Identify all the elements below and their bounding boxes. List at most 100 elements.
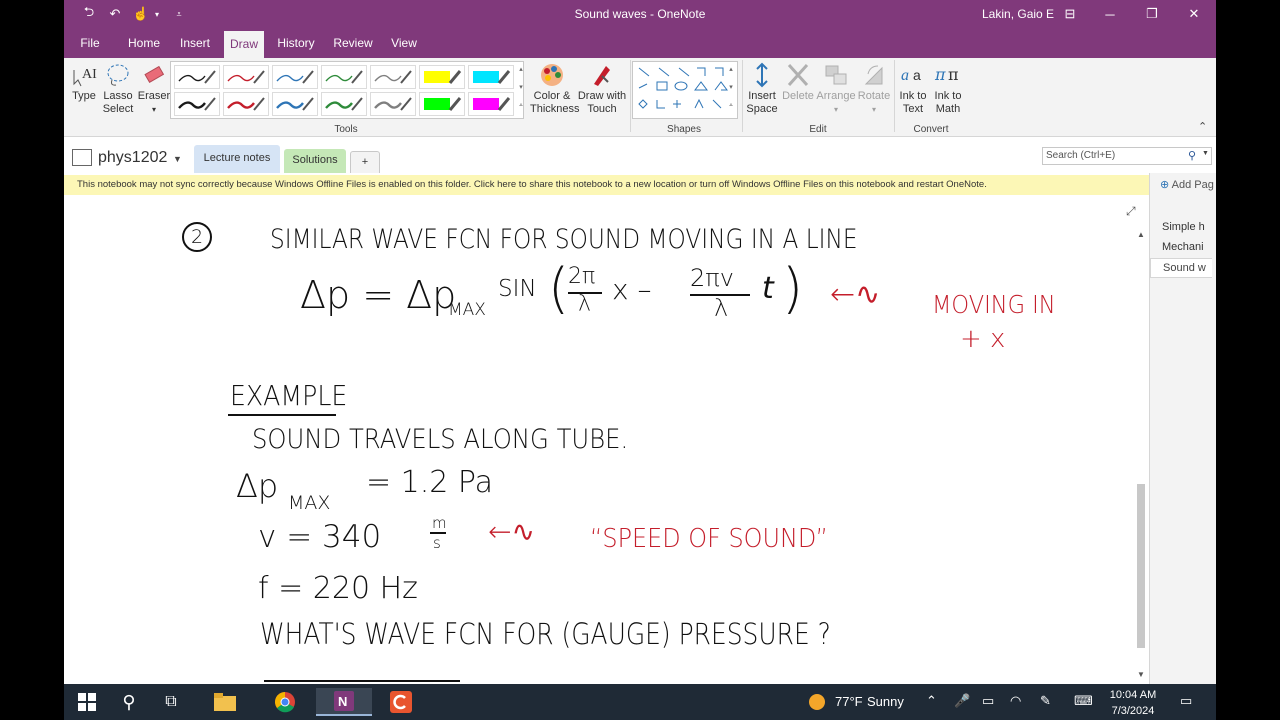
pen-swatch[interactable]: [468, 65, 514, 89]
color-thickness-label: Color & Thickness: [530, 90, 580, 115]
touch-pen-icon: [594, 66, 610, 86]
tab-history[interactable]: History: [272, 28, 320, 58]
full-page-view-icon[interactable]: ⤢: [1126, 204, 1136, 219]
eraser-button[interactable]: Eraser ▾: [136, 62, 172, 116]
pen-swatch[interactable]: [174, 65, 220, 89]
scroll-thumb[interactable]: [1137, 484, 1145, 648]
chrome-icon[interactable]: [272, 688, 298, 716]
pen-swatch[interactable]: [419, 65, 465, 89]
pen-swatch[interactable]: [321, 65, 367, 89]
ink-dp-label: Δp: [236, 467, 279, 505]
wifi-icon[interactable]: ◠: [1010, 693, 1021, 709]
weather-sun-icon[interactable]: [806, 688, 828, 716]
file-explorer-icon[interactable]: [212, 688, 238, 716]
pen-swatch[interactable]: [321, 92, 367, 116]
search-input[interactable]: Search (Ctrl+E): [1046, 150, 1115, 161]
pen-gallery: [170, 61, 524, 119]
delete-button[interactable]: Delete: [780, 62, 816, 103]
show-hidden-icons-icon[interactable]: ⌃: [926, 693, 937, 709]
microphone-icon[interactable]: 🎤: [954, 693, 970, 709]
onenote-taskbar-icon[interactable]: N: [316, 688, 372, 716]
search-icon[interactable]: ⚲: [1188, 149, 1196, 162]
weather-desc[interactable]: Sunny: [867, 694, 904, 709]
system-clock[interactable]: 10:04 AM 7/3/2024: [1098, 687, 1168, 719]
notification-center-icon[interactable]: ▭: [1180, 693, 1192, 709]
search-scope-dropdown-icon[interactable]: ▼: [1202, 150, 1209, 157]
delete-x-icon: [787, 63, 809, 87]
user-name[interactable]: Lakin, Gaio E: [982, 7, 1054, 21]
tab-view[interactable]: View: [386, 28, 422, 58]
svg-text:AI: AI: [82, 67, 97, 82]
lasso-label: Lasso Select: [102, 90, 134, 115]
screencast-app-icon[interactable]: [388, 688, 414, 716]
shapes-gallery[interactable]: [632, 61, 738, 119]
ink-to-math-button[interactable]: ππ Ink to Math: [930, 62, 966, 116]
onenote-window: ⮌ ↶ ☝ ▾ ⩡ Sound waves - OneNote Lakin, G…: [64, 0, 1216, 684]
task-view-icon[interactable]: ⧉: [158, 688, 184, 716]
scroll-up-icon[interactable]: ▲: [1137, 230, 1145, 239]
tab-review[interactable]: Review: [328, 28, 378, 58]
ink-v-unit-m: m: [432, 514, 447, 532]
pen-swatch[interactable]: [174, 92, 220, 116]
shapes-gallery-scroll[interactable]: ▴ ▾ ⩡: [726, 61, 736, 117]
pen-swatch[interactable]: [223, 65, 269, 89]
ink-eq-sin: SIN: [498, 276, 537, 302]
page-canvas[interactable]: 2 SIMILAR WAVE FCN FOR SOUND MOVING IN A…: [64, 196, 1136, 684]
color-thickness-button[interactable]: Color & Thickness: [530, 62, 580, 116]
offline-files-warning-banner[interactable]: This notebook may not sync correctly bec…: [64, 175, 1149, 195]
svg-text:a: a: [913, 67, 921, 83]
pen-menu-icon[interactable]: ✎: [1040, 693, 1051, 709]
ink-red-arrow-2: ←∿: [488, 515, 535, 548]
tab-home[interactable]: Home: [122, 28, 166, 58]
tab-draw[interactable]: Draw: [224, 31, 264, 58]
notebook-icon[interactable]: [72, 149, 92, 166]
page-item-simple-harmonic[interactable]: Simple h: [1162, 221, 1205, 233]
pages-pane: ⊕ Add Pag Simple h Mechani Sound w: [1149, 173, 1216, 684]
search-box[interactable]: Search (Ctrl+E) ⚲ ▼: [1042, 147, 1212, 165]
arrange-button[interactable]: Arrange ▾: [816, 62, 856, 116]
section-tab-lecture-notes[interactable]: Lecture notes: [194, 145, 280, 173]
minimize-icon[interactable]: ─: [1090, 0, 1130, 28]
ink-red-moving-in: MOVING IN: [932, 290, 1056, 319]
clock-date: 7/3/2024: [1111, 705, 1155, 717]
svg-text:N: N: [338, 694, 347, 709]
pen-swatch[interactable]: [223, 92, 269, 116]
weather-temp[interactable]: 77°F: [835, 694, 863, 709]
pen-gallery-scroll[interactable]: ▴ ▾ ⩡: [516, 61, 526, 117]
restore-icon[interactable]: ❐: [1132, 0, 1172, 28]
notebook-name[interactable]: phys1202: [98, 149, 167, 167]
pen-swatch[interactable]: [419, 92, 465, 116]
close-icon[interactable]: ✕: [1174, 0, 1214, 28]
notebook-dropdown-icon[interactable]: ▼: [173, 154, 182, 164]
pen-swatch[interactable]: [370, 65, 416, 89]
page-vertical-scrollbar[interactable]: ▲ ▼: [1134, 226, 1148, 684]
page-item-sound-waves[interactable]: Sound w: [1150, 258, 1212, 278]
lasso-select-button[interactable]: Lasso Select: [100, 62, 136, 116]
section-tab-solutions[interactable]: Solutions: [284, 149, 346, 173]
ink-text-label: Ink to Text: [899, 90, 927, 115]
rotate-button[interactable]: Rotate ▾: [856, 62, 892, 116]
windows-start-icon[interactable]: [74, 688, 100, 716]
type-button[interactable]: AI Type: [68, 62, 100, 103]
add-section-button[interactable]: +: [350, 151, 380, 173]
add-page-button[interactable]: ⊕ Add Pag: [1160, 178, 1214, 191]
draw-with-touch-button[interactable]: Draw with Touch: [576, 62, 628, 116]
pen-swatch[interactable]: [370, 92, 416, 116]
page-item-mechanical[interactable]: Mechani: [1162, 241, 1204, 253]
ribbon-display-options-icon[interactable]: ⊟: [1050, 0, 1090, 28]
collapse-ribbon-icon[interactable]: ⌃: [1198, 120, 1207, 133]
insert-space-button[interactable]: Insert Space: [744, 62, 780, 116]
touch-keyboard-icon[interactable]: ⌨: [1074, 693, 1093, 709]
search-taskbar-icon[interactable]: ⚲: [116, 688, 142, 716]
ink-eq-num1: 2π: [568, 264, 596, 289]
scroll-down-icon[interactable]: ▼: [1137, 670, 1145, 679]
ink-to-text-button[interactable]: aa Ink to Text: [896, 62, 930, 116]
pen-swatch[interactable]: [272, 92, 318, 116]
ink-eq-den1: λ: [578, 292, 592, 317]
battery-icon[interactable]: ▭: [982, 693, 994, 709]
pen-swatch[interactable]: [468, 92, 514, 116]
tab-insert[interactable]: Insert: [174, 28, 216, 58]
tab-file[interactable]: File: [74, 28, 106, 58]
eraser-label: Eraser: [137, 90, 171, 102]
pen-swatch[interactable]: [272, 65, 318, 89]
